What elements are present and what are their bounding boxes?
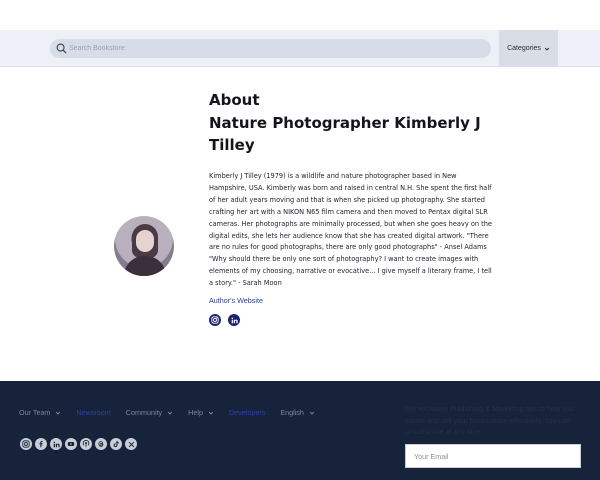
categories-label: Categories (507, 45, 541, 52)
footer-nav-label: Help (188, 408, 203, 417)
email-input[interactable] (414, 451, 574, 461)
title-line-surname: Tilley (209, 136, 255, 154)
chevron-down-icon (56, 411, 61, 415)
chevron-down-icon (208, 411, 214, 415)
footer-nav: Our Team Newsroom Community Help Develop… (19, 408, 320, 417)
author-website-link[interactable]: Author's Website (209, 296, 263, 305)
title-line-name: Nature Photographer Kimberly J (209, 113, 481, 132)
footer-nav-label: Newsroom (76, 408, 111, 417)
footer-social-links (20, 438, 137, 450)
footer-nav-community[interactable]: Community (126, 408, 178, 417)
newsletter-text: Get exclusive Publishing & Marketing tip… (405, 404, 574, 436)
footer-nav-help[interactable]: Help (188, 408, 219, 417)
instagram-icon[interactable] (209, 314, 221, 326)
footer-nav-newsroom[interactable]: Newsroom (76, 408, 110, 417)
search-bar[interactable] (50, 39, 491, 58)
avatar-face (136, 230, 154, 252)
page-title: About Nature Photographer Kimberly J Til… (209, 89, 509, 157)
footer-nav-developers[interactable]: Developers (229, 408, 265, 417)
footer-nav-label: English (280, 408, 304, 417)
search-icon (56, 43, 67, 54)
search-input[interactable] (69, 45, 469, 52)
author-bio: Kimberly J Tilley (1979) is a wildlife a… (209, 172, 492, 288)
footer-nav-label: Our Team (19, 408, 51, 417)
footer-nav-label: Developers (228, 408, 266, 417)
linkedin-icon[interactable] (50, 438, 62, 450)
footer-nav-our-team[interactable]: Our Team (19, 408, 66, 417)
youtube-icon[interactable] (65, 438, 77, 450)
email-field[interactable] (405, 444, 581, 468)
podcast-icon[interactable] (80, 438, 92, 450)
author-avatar (114, 216, 174, 276)
title-line-about: About (209, 91, 260, 109)
categories-dropdown[interactable]: Categories (499, 30, 558, 67)
linkedin-icon[interactable] (228, 314, 240, 326)
chevron-down-icon (544, 47, 550, 51)
facebook-icon[interactable] (35, 438, 47, 450)
threads-icon[interactable] (95, 438, 107, 450)
chevron-down-icon (309, 411, 315, 415)
instagram-icon[interactable] (20, 438, 32, 450)
x-icon[interactable] (125, 438, 137, 450)
tiktok-icon[interactable] (110, 438, 122, 450)
top-strip (0, 0, 600, 30)
chevron-down-icon (168, 411, 173, 415)
site-header: Categories (0, 30, 600, 67)
footer-nav-label: Community (125, 408, 163, 417)
avatar-body (124, 256, 166, 276)
footer-nav-language[interactable]: English (280, 408, 320, 417)
author-social-links (209, 314, 240, 326)
